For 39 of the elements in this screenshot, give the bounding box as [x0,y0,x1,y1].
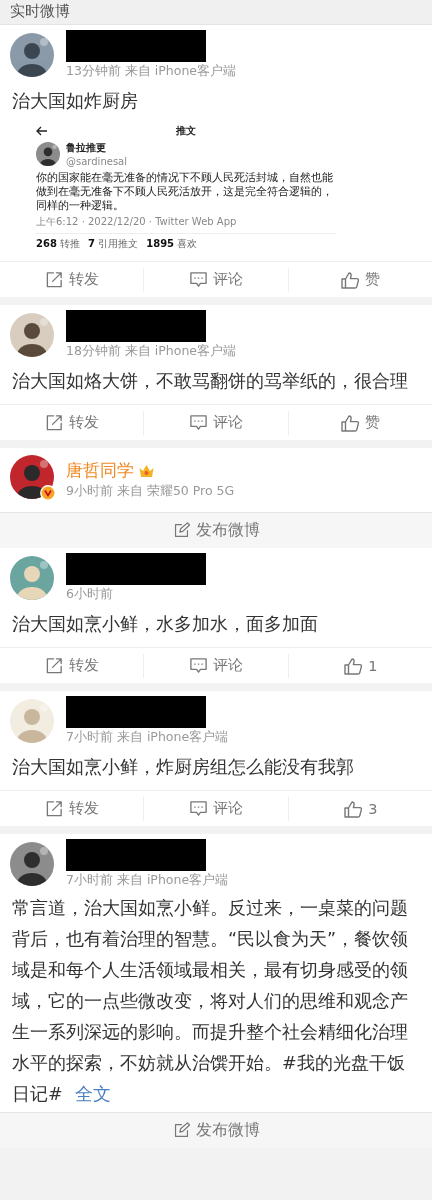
tweet-timestamp: 上午6:12 · 2022/12/20 · Twitter Web App [36,215,336,234]
share-icon [44,799,64,818]
post-text: 常言道，治大国如烹小鲜。反过来，一桌菜的问题背后，也有着治理的智慧。“民以食为天”，餐饮领域是和每个人生活领域最相关，最有切身感受的领域，它的一点些微改变，将对人们的思维和观念产生一系列深远的影响。而提升整个社会精细化治理水平的探索，不妨就从治馔开始。#我的光盘干饭日记# 全文 [11,897,410,1106]
post-meta: 7小时前 来自 iPhone客户端 [66,729,229,746]
comment-icon [189,413,208,432]
post-text: 治大国如烙大饼，不敢骂翻饼的骂举纸的，很合理 [11,370,409,393]
tweet-stat: 7 引用推文 [88,237,139,251]
post-meta: 13分钟前 来自 iPhone客户端 [66,63,237,80]
comment-icon [189,270,208,289]
tweet-header-title: 推文 [175,124,197,138]
author-name[interactable]: 唐哲同学 [66,459,134,482]
post-text: 治大国如烹小鲜，水多加水，面多加面 [11,613,319,636]
tweet-stat: 1895 喜欢 [146,237,198,251]
post-text: 治大国如烹小鲜，炸厨房组怎么能没有我郭 [11,756,355,779]
post-meta: 9小时前 来自 荣耀50 Pro 5G [66,483,235,500]
back-arrow-icon [36,126,48,136]
post-meta: 18分钟前 来自 iPhone客户端 [66,343,237,360]
thumbs-up-icon [340,269,361,290]
tweet-author-name: 鲁拉推更 [66,141,106,155]
share-icon [44,413,64,432]
thumbs-up-icon [340,412,361,433]
full-text-link[interactable]: 全文 [74,1084,111,1104]
post-text: 治大国如炸厨房 [11,90,139,113]
edit-icon [172,522,190,539]
thumbs-up-icon [343,655,364,676]
comment-icon [189,656,208,675]
post-meta: 7小时前 来自 iPhone客户端 [66,872,229,889]
thumbs-up-icon [343,798,364,819]
tweet-text: 你的国家能在毫无准备的情况下不顾人民死活封城，自然也能做到在毫无准备下不顾人民死活放开，这是完全符合逻辑的，同样的一种逻辑。 [36,170,334,212]
tweet-stat: 268 转推 [36,237,81,251]
edit-icon [172,1122,190,1139]
compose-button[interactable]: 发布微博 [0,512,432,548]
section-title: 实时微博 [0,0,432,25]
compose-button[interactable]: 发布微博 [0,1112,432,1148]
comment-icon [189,799,208,818]
post-meta: 6小时前 [66,586,113,603]
share-icon [44,656,64,675]
share-icon [44,270,64,289]
tweet-handle: @sardinesal [66,156,127,167]
